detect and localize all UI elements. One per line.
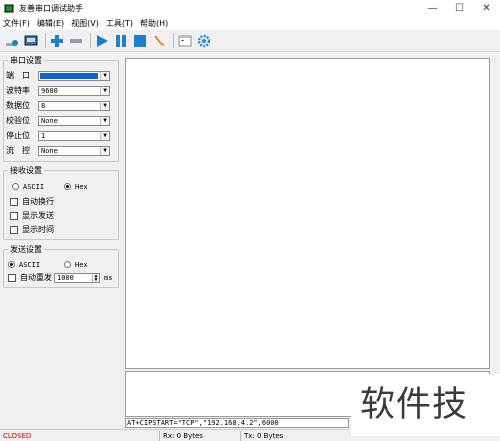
- menu-file[interactable]: 文件(F): [3, 18, 30, 29]
- clear-icon[interactable]: [151, 33, 167, 49]
- add-icon[interactable]: [49, 33, 65, 49]
- chevron-down-icon[interactable]: ▼: [100, 101, 109, 110]
- show-time-label: 显示时间: [22, 225, 54, 234]
- stopbits-row: 停止位 1 ▼: [6, 130, 110, 141]
- chevron-down-icon[interactable]: ▼: [100, 71, 109, 80]
- stop-icon[interactable]: [132, 33, 148, 49]
- tx-counter: Tx: 0 Bytes: [244, 432, 284, 440]
- port-selection-highlight: [40, 72, 98, 79]
- app-window: 友善串口调试助手 — ☐ ✕ 文件(F) 编辑(E) 视图(V) 工具(T) 帮…: [0, 0, 500, 441]
- parity-label: 校验位: [6, 116, 30, 125]
- interval-unit: ms: [104, 273, 113, 282]
- auto-wrap-label: 自动换行: [22, 197, 54, 206]
- left-panel: 串口设置 端 口 ▼ 波特率 9600 ▼ 数据位 8 ▼ 校验位 None ▼…: [0, 53, 122, 428]
- recv-ascii-label: ASCII: [23, 182, 45, 191]
- remove-icon[interactable]: [68, 33, 84, 49]
- toolbar-separator: [90, 33, 91, 48]
- auto-resend-row: 自动重发 1000 ▲ ▼ ms: [8, 272, 112, 283]
- receive-settings-title: 接收设置: [10, 166, 42, 175]
- title-bar: 友善串口调试助手 — ☐ ✕: [0, 0, 500, 17]
- databits-value: 8: [41, 101, 46, 110]
- app-logo-icon: [4, 4, 14, 13]
- chevron-down-icon[interactable]: ▼: [100, 116, 109, 125]
- status-divider: [240, 431, 241, 441]
- window-controls: — ☐ ✕: [419, 0, 500, 17]
- baud-select[interactable]: 9600 ▼: [38, 85, 110, 96]
- flowcontrol-row: 流 控 None ▼: [6, 145, 110, 156]
- databits-select[interactable]: 8 ▼: [38, 100, 110, 111]
- window-title: 友善串口调试助手: [19, 4, 83, 13]
- flowcontrol-value: None: [41, 146, 58, 155]
- chevron-down-icon[interactable]: ▼: [100, 86, 109, 95]
- watermark-text: 软件技巧: [351, 374, 500, 436]
- menu-tools[interactable]: 工具(T): [106, 18, 133, 29]
- parity-value: None: [41, 116, 58, 125]
- checkbox-icon: [10, 211, 18, 220]
- command-input[interactable]: AT+CIPSTART="TCP","192.168.4.2",6000: [125, 418, 349, 428]
- checkbox-icon: [10, 225, 18, 234]
- show-time-checkbox[interactable]: 显示时间: [10, 224, 54, 235]
- minimize-button[interactable]: —: [419, 0, 446, 17]
- interval-spinbox[interactable]: 1000 ▲ ▼: [54, 272, 100, 283]
- send-settings-title: 发送设置: [10, 245, 42, 254]
- menu-view[interactable]: 视图(V): [71, 18, 99, 29]
- radio-selected-icon: [64, 183, 71, 190]
- auto-resend-label: 自动重发: [20, 273, 52, 282]
- auto-wrap-checkbox[interactable]: 自动换行: [10, 196, 54, 207]
- menu-edit[interactable]: 编辑(E): [37, 18, 64, 29]
- close-button[interactable]: ✕: [473, 0, 500, 17]
- serial-port-icon[interactable]: [23, 33, 39, 49]
- recv-ascii-radio[interactable]: ASCII: [12, 181, 44, 192]
- menu-help[interactable]: 帮助(H): [140, 18, 168, 29]
- send-hex-radio[interactable]: Hex: [64, 259, 88, 270]
- port-label: 端 口: [6, 71, 30, 80]
- port-status: CLOSED: [3, 432, 32, 440]
- rx-counter: Rx: 0 Bytes: [163, 432, 203, 440]
- settings-gear-icon[interactable]: [196, 33, 212, 49]
- radio-icon: [64, 261, 71, 268]
- serial-settings-title: 串口设置: [10, 56, 42, 65]
- spin-arrows-icon[interactable]: ▲ ▼: [92, 273, 99, 282]
- window-icon[interactable]: [177, 33, 193, 49]
- show-send-checkbox[interactable]: 显示发送: [10, 210, 54, 221]
- pause-icon[interactable]: [113, 33, 129, 49]
- stopbits-label: 停止位: [6, 131, 30, 140]
- status-divider: [159, 431, 160, 441]
- parity-select[interactable]: None ▼: [38, 115, 110, 126]
- flowcontrol-select[interactable]: None ▼: [38, 145, 110, 156]
- menu-bar: 文件(F) 编辑(E) 视图(V) 工具(T) 帮助(H): [0, 17, 500, 30]
- port-select[interactable]: ▼: [38, 70, 110, 81]
- send-hex-label: Hex: [75, 260, 88, 269]
- radio-selected-icon: [8, 261, 15, 268]
- stopbits-value: 1: [41, 131, 46, 140]
- send-ascii-label: ASCII: [19, 260, 41, 269]
- show-send-label: 显示发送: [22, 211, 54, 220]
- chevron-down-icon[interactable]: ▼: [100, 131, 109, 140]
- port-row: 端 口 ▼: [6, 70, 110, 81]
- new-session-icon[interactable]: [4, 33, 20, 49]
- baud-row: 波特率 9600 ▼: [6, 85, 110, 96]
- toolbar-separator: [45, 33, 46, 48]
- radio-icon: [12, 183, 19, 190]
- baud-label: 波特率: [6, 86, 30, 95]
- chevron-down-icon[interactable]: ▼: [100, 146, 109, 155]
- send-ascii-radio[interactable]: ASCII: [8, 259, 40, 270]
- baud-value: 9600: [41, 86, 58, 95]
- play-icon[interactable]: [94, 33, 110, 49]
- recv-hex-label: Hex: [75, 182, 88, 191]
- parity-row: 校验位 None ▼: [6, 115, 110, 126]
- toolbar-separator: [173, 33, 174, 48]
- databits-label: 数据位: [6, 101, 30, 110]
- recv-hex-radio[interactable]: Hex: [64, 181, 88, 192]
- receive-textarea[interactable]: [125, 58, 490, 369]
- maximize-button[interactable]: ☐: [446, 0, 473, 17]
- stopbits-select[interactable]: 1 ▼: [38, 130, 110, 141]
- databits-row: 数据位 8 ▼: [6, 100, 110, 111]
- interval-value: 1000: [57, 273, 74, 282]
- auto-resend-checkbox[interactable]: [8, 273, 16, 282]
- flowcontrol-label: 流 控: [6, 146, 30, 155]
- toolbar: [0, 30, 500, 52]
- checkbox-icon: [10, 197, 18, 206]
